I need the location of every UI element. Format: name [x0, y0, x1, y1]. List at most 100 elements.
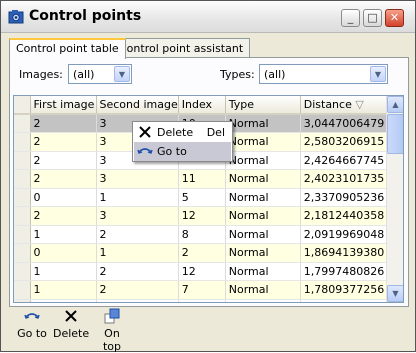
table-cell: 9: [178, 299, 226, 302]
goto-button[interactable]: Go to: [15, 308, 49, 348]
column-header-second-image[interactable]: Second image: [96, 96, 179, 115]
table-row[interactable]: 0 1 5 Normal 2,3370905236: [14, 188, 389, 207]
table-cell: Normal: [225, 114, 301, 133]
goto-arrow-icon: [137, 148, 153, 154]
images-filter-select[interactable]: (all) ▼: [68, 64, 132, 84]
table-cell: 12: [178, 262, 226, 281]
images-filter-label: Images:: [19, 68, 63, 81]
table-cell: 7: [178, 280, 226, 300]
table-cell: Normal: [225, 169, 301, 189]
table-cell: 1: [30, 299, 97, 302]
table-cell: 1: [30, 280, 97, 300]
goto-arrow-icon: [24, 313, 40, 319]
row-selector[interactable]: [14, 114, 31, 133]
table-cell: 0: [30, 243, 97, 263]
table-row[interactable]: 1 2 7 Normal 1,7809377256: [14, 280, 389, 300]
table-cell: 2: [30, 151, 97, 170]
tab-control-point-table[interactable]: Control point table: [9, 38, 126, 59]
table-cell: 2,4023101735: [300, 169, 389, 189]
window-title: Control points: [29, 8, 142, 24]
table-cell: 5: [178, 188, 226, 207]
context-menu: Delete Del Go to: [132, 121, 233, 162]
table-cell: 8: [178, 225, 226, 244]
chevron-down-icon[interactable]: ▼: [370, 66, 386, 82]
table-cell: 0: [30, 188, 97, 207]
table-cell: 2,5803206915: [300, 132, 389, 152]
table-header-row: First image Second image Index Type Dist…: [14, 96, 389, 115]
table-cell: 3,0447006479: [300, 114, 389, 133]
table-cell: 1: [30, 262, 97, 281]
table-cell: 12: [178, 206, 226, 226]
row-header-corner: [14, 96, 31, 115]
table-cell: Normal: [225, 132, 301, 152]
row-selector[interactable]: [14, 243, 31, 263]
row-selector[interactable]: [14, 280, 31, 300]
title-bar[interactable]: Control points _ □ ✕: [1, 1, 415, 33]
table-row[interactable]: 0 1 2 Normal 1,8694139380: [14, 243, 389, 263]
table-row[interactable]: 2 3 11 Normal 2,4023101735: [14, 169, 389, 189]
table-row[interactable]: 129Normal1,6690038997: [14, 299, 389, 302]
table-cell: 2: [96, 262, 179, 281]
vertical-scrollbar[interactable]: ▲ ▼: [386, 96, 403, 302]
table-cell: 2: [96, 299, 179, 302]
table-row[interactable]: 2 3 12 Normal 2,1812440358: [14, 206, 389, 226]
control-points-window: Control points _ □ ✕ Control point table…: [0, 0, 416, 353]
minimize-button[interactable]: _: [341, 9, 360, 27]
delete-button[interactable]: Delete: [53, 308, 89, 348]
table-cell: 11: [178, 169, 226, 189]
context-menu-delete[interactable]: Delete Del: [134, 123, 231, 142]
table-cell: Normal: [225, 225, 301, 244]
row-selector[interactable]: [14, 299, 31, 302]
table-cell: 2,0919969048: [300, 225, 389, 244]
table-cell: 2: [178, 243, 226, 263]
table-cell: 2: [30, 206, 97, 226]
column-header-distance[interactable]: Distance ▽: [300, 96, 389, 115]
types-filter-select[interactable]: (all) ▼: [259, 64, 388, 84]
row-selector[interactable]: [14, 188, 31, 207]
table-cell: 1: [96, 243, 179, 263]
column-header-index[interactable]: Index: [178, 96, 226, 115]
table-cell: Normal: [225, 262, 301, 281]
on-top-button[interactable]: On top: [94, 308, 130, 353]
table-cell: 1: [30, 225, 97, 244]
context-menu-goto[interactable]: Go to: [134, 142, 231, 161]
table-cell: 3: [96, 169, 179, 189]
delete-x-icon: [139, 126, 151, 138]
table-cell: 2: [96, 280, 179, 300]
types-filter-label: Types:: [220, 68, 255, 81]
scroll-thumb[interactable]: [387, 114, 403, 154]
table-row[interactable]: 1 2 8 Normal 2,0919969048: [14, 225, 389, 244]
row-selector[interactable]: [14, 206, 31, 226]
scroll-down-icon[interactable]: ▼: [387, 285, 403, 302]
table-cell: Normal: [225, 280, 301, 300]
on-top-icon: [104, 308, 120, 324]
table-cell: Normal: [225, 299, 301, 302]
row-selector[interactable]: [14, 151, 31, 170]
table-cell: Normal: [225, 188, 301, 207]
table-cell: 2,4264667745: [300, 151, 389, 170]
table-cell: 1,7809377256: [300, 280, 389, 300]
table-cell: 1,7997480826: [300, 262, 389, 281]
row-selector[interactable]: [14, 132, 31, 152]
column-header-type[interactable]: Type: [225, 96, 301, 115]
table-row[interactable]: 1 2 12 Normal 1,7997480826: [14, 262, 389, 281]
scroll-up-icon[interactable]: ▲: [387, 96, 403, 113]
app-icon: [8, 10, 24, 24]
maximize-button[interactable]: □: [363, 9, 382, 27]
row-selector[interactable]: [14, 225, 31, 244]
table-cell: 2: [30, 132, 97, 152]
row-selector[interactable]: [14, 169, 31, 189]
chevron-down-icon[interactable]: ▼: [114, 66, 130, 82]
sort-descending-icon: ▽: [355, 98, 364, 111]
delete-x-icon: [65, 310, 77, 322]
table-cell: 2: [30, 114, 97, 133]
table-cell: 1: [96, 188, 179, 207]
tab-control-point-assistant[interactable]: Control point assistant: [112, 38, 251, 58]
column-header-first-image[interactable]: First image: [30, 96, 97, 115]
row-selector[interactable]: [14, 262, 31, 281]
table-cell: 2: [96, 225, 179, 244]
close-button[interactable]: ✕: [385, 9, 404, 27]
table-cell: 2: [30, 169, 97, 189]
table-cell: 1,6690038997: [300, 299, 389, 302]
table-cell: 2,1812440358: [300, 206, 389, 226]
